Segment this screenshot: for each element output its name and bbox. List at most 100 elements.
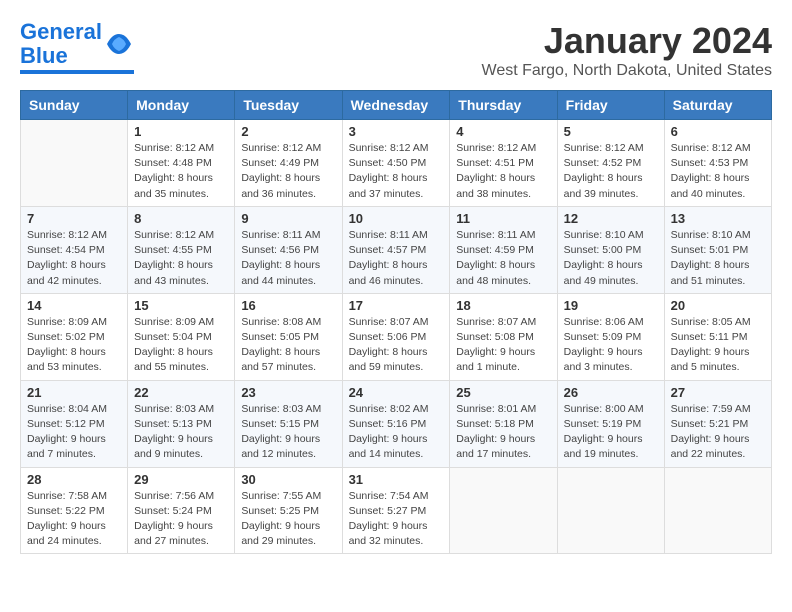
calendar-cell: 28 Sunrise: 7:58 AMSunset: 5:22 PMDayligh… [21,467,128,554]
day-info: Sunrise: 7:58 AMSunset: 5:22 PMDaylight:… [27,489,121,550]
logo: General Blue [20,20,134,74]
calendar-cell: 15 Sunrise: 8:09 AMSunset: 5:04 PMDayligh… [128,293,235,380]
calendar-cell: 24Sunrise: 8:02 AMSunset: 5:16 PMDayligh… [342,380,450,467]
day-number: 22 [134,385,228,400]
calendar-cell: 10 Sunrise: 8:11 AMSunset: 4:57 PMDayligh… [342,206,450,293]
page-header: General Blue January 2024 West Fargo, No… [20,20,772,80]
calendar-week-row: 7 Sunrise: 8:12 AMSunset: 4:54 PMDaylight… [21,206,772,293]
weekday-header-row: SundayMondayTuesdayWednesdayThursdayFrid… [21,91,772,120]
day-number: 17 [349,298,444,313]
calendar-week-row: 1 Sunrise: 8:12 AMSunset: 4:48 PMDaylight… [21,120,772,207]
day-number: 6 [671,124,765,139]
month-title: January 2024 [482,20,773,62]
day-info: Sunrise: 8:12 AMSunset: 4:55 PMDaylight:… [134,228,228,289]
calendar-week-row: 28 Sunrise: 7:58 AMSunset: 5:22 PMDayligh… [21,467,772,554]
calendar-cell: 23Sunrise: 8:03 AMSunset: 5:15 PMDayligh… [235,380,342,467]
day-number: 19 [564,298,658,313]
day-number: 29 [134,472,228,487]
day-number: 12 [564,211,658,226]
day-number: 26 [564,385,658,400]
calendar-cell: 4Sunrise: 8:12 AMSunset: 4:51 PMDaylight… [450,120,557,207]
calendar-cell: 27 Sunrise: 7:59 AMSunset: 5:21 PMDayligh… [664,380,771,467]
calendar-cell: 16Sunrise: 8:08 AMSunset: 5:05 PMDayligh… [235,293,342,380]
day-info: Sunrise: 8:12 AMSunset: 4:49 PMDaylight:… [241,141,335,202]
day-info: Sunrise: 8:12 AMSunset: 4:50 PMDaylight:… [349,141,444,202]
day-number: 3 [349,124,444,139]
day-number: 15 [134,298,228,313]
day-info: Sunrise: 8:05 AMSunset: 5:11 PMDaylight:… [671,315,765,376]
day-number: 7 [27,211,121,226]
day-info: Sunrise: 8:03 AMSunset: 5:13 PMDaylight:… [134,402,228,463]
calendar-cell: 6 Sunrise: 8:12 AMSunset: 4:53 PMDaylight… [664,120,771,207]
calendar-cell: 26 Sunrise: 8:00 AMSunset: 5:19 PMDayligh… [557,380,664,467]
day-info: Sunrise: 8:07 AMSunset: 5:06 PMDaylight:… [349,315,444,376]
day-info: Sunrise: 8:12 AMSunset: 4:51 PMDaylight:… [456,141,550,202]
calendar-cell: 18 Sunrise: 8:07 AMSunset: 5:08 PMDayligh… [450,293,557,380]
day-info: Sunrise: 8:08 AMSunset: 5:05 PMDaylight:… [241,315,335,376]
title-area: January 2024 West Fargo, North Dakota, U… [482,20,773,80]
calendar-cell: 13Sunrise: 8:10 AMSunset: 5:01 PMDayligh… [664,206,771,293]
day-info: Sunrise: 8:12 AMSunset: 4:48 PMDaylight:… [134,141,228,202]
calendar-cell: 30Sunrise: 7:55 AMSunset: 5:25 PMDayligh… [235,467,342,554]
day-info: Sunrise: 8:11 AMSunset: 4:57 PMDaylight:… [349,228,444,289]
day-number: 31 [349,472,444,487]
calendar-cell: 5Sunrise: 8:12 AMSunset: 4:52 PMDaylight… [557,120,664,207]
day-number: 30 [241,472,335,487]
day-number: 18 [456,298,550,313]
day-info: Sunrise: 8:00 AMSunset: 5:19 PMDaylight:… [564,402,658,463]
calendar-cell: 22 Sunrise: 8:03 AMSunset: 5:13 PMDayligh… [128,380,235,467]
calendar-table: SundayMondayTuesdayWednesdayThursdayFrid… [20,90,772,554]
day-number: 20 [671,298,765,313]
weekday-header-thursday: Thursday [450,91,557,120]
day-number: 14 [27,298,121,313]
calendar-cell: 2Sunrise: 8:12 AMSunset: 4:49 PMDaylight… [235,120,342,207]
day-info: Sunrise: 8:02 AMSunset: 5:16 PMDaylight:… [349,402,444,463]
day-number: 1 [134,124,228,139]
calendar-cell [664,467,771,554]
calendar-week-row: 14Sunrise: 8:09 AMSunset: 5:02 PMDayligh… [21,293,772,380]
day-info: Sunrise: 7:59 AMSunset: 5:21 PMDaylight:… [671,402,765,463]
day-info: Sunrise: 8:04 AMSunset: 5:12 PMDaylight:… [27,402,121,463]
day-info: Sunrise: 8:10 AMSunset: 5:01 PMDaylight:… [671,228,765,289]
calendar-cell: 17 Sunrise: 8:07 AMSunset: 5:06 PMDayligh… [342,293,450,380]
calendar-cell: 29 Sunrise: 7:56 AMSunset: 5:24 PMDayligh… [128,467,235,554]
day-info: Sunrise: 8:11 AMSunset: 4:59 PMDaylight:… [456,228,550,289]
calendar-cell [450,467,557,554]
weekday-header-saturday: Saturday [664,91,771,120]
calendar-cell [557,467,664,554]
day-info: Sunrise: 8:09 AMSunset: 5:04 PMDaylight:… [134,315,228,376]
calendar-cell: 8 Sunrise: 8:12 AMSunset: 4:55 PMDaylight… [128,206,235,293]
day-info: Sunrise: 7:54 AMSunset: 5:27 PMDaylight:… [349,489,444,550]
calendar-cell [21,120,128,207]
weekday-header-friday: Friday [557,91,664,120]
day-number: 9 [241,211,335,226]
calendar-cell: 21Sunrise: 8:04 AMSunset: 5:12 PMDayligh… [21,380,128,467]
calendar-week-row: 21Sunrise: 8:04 AMSunset: 5:12 PMDayligh… [21,380,772,467]
day-info: Sunrise: 7:56 AMSunset: 5:24 PMDaylight:… [134,489,228,550]
day-info: Sunrise: 8:07 AMSunset: 5:08 PMDaylight:… [456,315,550,376]
day-info: Sunrise: 8:11 AMSunset: 4:56 PMDaylight:… [241,228,335,289]
weekday-header-wednesday: Wednesday [342,91,450,120]
logo-text: General Blue [20,20,102,68]
day-number: 28 [27,472,121,487]
day-number: 11 [456,211,550,226]
day-info: Sunrise: 8:12 AMSunset: 4:54 PMDaylight:… [27,228,121,289]
logo-divider [20,70,134,74]
day-number: 10 [349,211,444,226]
calendar-cell: 14Sunrise: 8:09 AMSunset: 5:02 PMDayligh… [21,293,128,380]
day-info: Sunrise: 8:01 AMSunset: 5:18 PMDaylight:… [456,402,550,463]
calendar-cell: 3 Sunrise: 8:12 AMSunset: 4:50 PMDaylight… [342,120,450,207]
day-info: Sunrise: 8:03 AMSunset: 5:15 PMDaylight:… [241,402,335,463]
logo-icon [104,29,134,59]
day-info: Sunrise: 8:12 AMSunset: 4:53 PMDaylight:… [671,141,765,202]
day-number: 25 [456,385,550,400]
day-number: 27 [671,385,765,400]
calendar-cell: 12Sunrise: 8:10 AMSunset: 5:00 PMDayligh… [557,206,664,293]
calendar-cell: 7 Sunrise: 8:12 AMSunset: 4:54 PMDaylight… [21,206,128,293]
calendar-cell: 11 Sunrise: 8:11 AMSunset: 4:59 PMDayligh… [450,206,557,293]
calendar-cell: 31 Sunrise: 7:54 AMSunset: 5:27 PMDayligh… [342,467,450,554]
weekday-header-sunday: Sunday [21,91,128,120]
calendar-cell: 1 Sunrise: 8:12 AMSunset: 4:48 PMDaylight… [128,120,235,207]
calendar-cell: 20 Sunrise: 8:05 AMSunset: 5:11 PMDayligh… [664,293,771,380]
day-number: 8 [134,211,228,226]
